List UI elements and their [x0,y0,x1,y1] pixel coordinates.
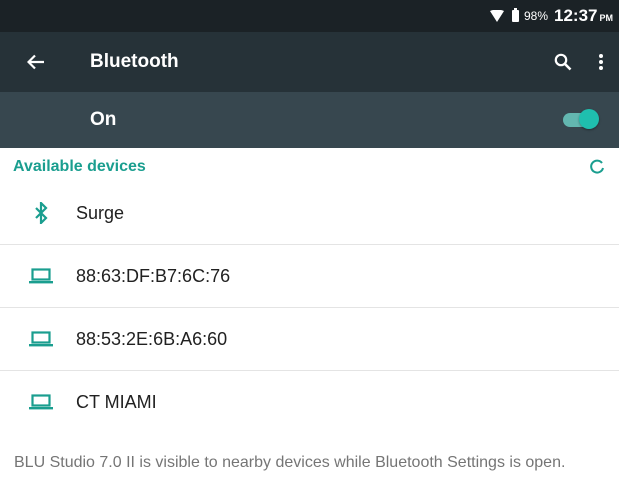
toggle-thumb [579,109,599,129]
laptop-icon [28,390,54,414]
available-devices-header: Available devices [13,158,146,175]
laptop-icon [28,264,54,288]
clock-ampm: PM [599,13,614,23]
battery-percent: 98% [523,9,549,23]
device-item-88-53-2e-6b-a6-60[interactable]: 88:53:2E:6B:A6:60 [0,308,619,370]
back-arrow-icon[interactable] [22,48,50,76]
device-item-surge[interactable]: Surge [0,182,619,244]
status-indicators: 98% 12:37 PM [489,0,614,32]
device-name: CT MIAMI [76,392,157,412]
device-name: 88:63:DF:B7:6C:76 [76,266,231,286]
more-vert-icon[interactable] [590,50,612,74]
visibility-info-text: BLU Studio 7.0 II is visible to nearby d… [14,454,566,471]
status-bar: 98% 12:37 PM [0,0,619,32]
clock: 12:37 [554,6,598,25]
laptop-icon [28,327,54,351]
page-title: Bluetooth [90,51,179,72]
app-bar: Bluetooth [0,32,619,92]
search-icon[interactable] [551,50,575,74]
bluetooth-master-switch-row[interactable]: On [0,92,619,148]
device-item-ct-miami[interactable]: CT MIAMI [0,371,619,433]
device-name: Surge [76,203,125,223]
refresh-icon[interactable] [584,154,610,180]
bluetooth-toggle[interactable] [563,109,599,131]
switch-label: On [90,109,117,130]
wifi-icon [489,10,504,22]
device-name: 88:53:2E:6B:A6:60 [76,329,228,349]
device-item-88-63-df-b7-6c-76[interactable]: 88:63:DF:B7:6C:76 [0,245,619,307]
bluetooth-icon [28,201,54,225]
battery-icon [511,8,519,22]
